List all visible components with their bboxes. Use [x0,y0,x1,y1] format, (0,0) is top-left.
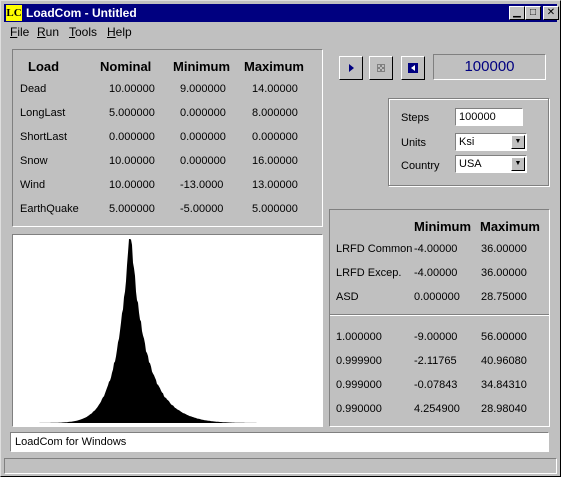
fractile-probability: 0.990000 [336,403,382,415]
load-maximum[interactable]: 0.000000 [252,131,298,143]
load-name: Dead [20,83,47,95]
loads-header-load: Load [28,59,60,74]
minimize-button[interactable]: ▁ [509,6,525,20]
histogram-plot [12,234,323,427]
app-icon[interactable]: LC [6,5,22,21]
menu-run[interactable]: Run [37,25,59,39]
load-nominal[interactable]: 5.000000 [109,107,155,119]
result-min: 0.000000 [414,291,460,303]
load-maximum[interactable]: 8.000000 [252,107,298,119]
load-maximum[interactable]: 13.00000 [252,179,298,191]
loads-header-minimum: Minimum [173,59,231,74]
fractile-min: -0.07843 [414,379,458,391]
load-nominal[interactable]: 5.000000 [109,203,155,215]
main-window: LC LoadCom - Untitled ▁ □ ✕ File Run Too… [0,0,561,477]
histogram-distribution [13,239,322,423]
loads-header-maximum: Maximum [244,59,304,74]
load-nominal[interactable]: 10.00000 [109,155,155,167]
status-bar [4,458,557,474]
result-max: 36.00000 [481,243,527,255]
results-header-minimum: Minimum [414,219,472,234]
result-label: LRFD Excep. [336,267,402,279]
menu-help[interactable]: Help [107,25,132,39]
load-name: Snow [20,155,48,167]
title-bar[interactable]: LC LoadCom - Untitled ▁ □ ✕ [4,4,559,22]
fractile-probability: 0.999000 [336,379,382,391]
run-button[interactable] [339,56,363,80]
result-max: 28.75000 [481,291,527,303]
fractile-probability: 1.000000 [336,331,382,343]
steps-input[interactable]: 100000 [455,108,523,126]
load-name: ShortLast [20,131,68,143]
fractile-max: 40.96080 [481,355,527,367]
chevron-down-icon[interactable]: ▼ [511,135,525,149]
units-select[interactable]: Ksi ▼ [455,133,527,151]
steps-label: Steps [401,112,430,124]
country-label: Country [401,160,440,172]
country-value: USA [459,158,482,170]
fractile-min: -2.11765 [414,355,457,367]
load-minimum[interactable]: -5.00000 [180,203,223,215]
results-header-maximum: Maximum [480,219,540,234]
result-label: ASD [336,291,359,303]
load-nominal[interactable]: 10.00000 [109,83,155,95]
results-divider [330,314,549,316]
units-value: Ksi [459,136,475,148]
load-name: EarthQuake [20,203,79,215]
load-name: LongLast [20,107,66,119]
result-min: -4.00000 [414,243,458,255]
load-minimum[interactable]: 0.000000 [180,131,226,143]
chevron-down-icon[interactable]: ▼ [511,157,525,171]
fractile-min: -9.00000 [414,331,458,343]
country-select[interactable]: USA ▼ [455,155,527,173]
play-icon [349,64,354,72]
menu-tools[interactable]: Tools [69,25,97,39]
load-minimum[interactable]: 0.000000 [180,155,226,167]
close-icon: ✕ [546,7,556,18]
load-maximum[interactable]: 5.000000 [252,203,298,215]
menu-file[interactable]: File [10,25,29,39]
maximize-icon: □ [529,7,537,18]
load-maximum[interactable]: 14.00000 [252,83,298,95]
reset-button[interactable] [401,56,425,80]
fractile-probability: 0.999900 [336,355,382,367]
loads-panel: Load Nominal Minimum Maximum Dead 10.000… [12,49,323,227]
maximize-button[interactable]: □ [525,6,541,20]
result-max: 36.00000 [481,267,527,279]
status-text-field: LoadCom for Windows [10,432,549,452]
histogram-svg [13,239,322,423]
fractile-max: 28.98040 [481,403,527,415]
load-minimum[interactable]: 9.000000 [180,83,226,95]
load-maximum[interactable]: 16.00000 [252,155,298,167]
settings-group: Steps 100000 Units Ksi ▼ Country USA ▼ [388,98,549,186]
minimize-icon: ▁ [513,7,521,18]
fractile-max: 56.00000 [481,331,527,343]
load-name: Wind [20,179,46,191]
load-nominal[interactable]: 0.000000 [109,131,155,143]
close-button[interactable]: ✕ [543,6,559,20]
fractile-min: 4.254900 [414,403,460,415]
loads-header-nominal: Nominal [100,59,152,74]
step-counter: 100000 [433,54,546,80]
window-title: LoadCom - Untitled [26,6,137,20]
load-nominal[interactable]: 10.00000 [109,179,155,191]
units-label: Units [401,137,427,149]
reset-icon [408,63,418,73]
result-min: -4.00000 [414,267,458,279]
fractile-max: 34.84310 [481,379,527,391]
load-minimum[interactable]: -13.0000 [180,179,223,191]
load-minimum[interactable]: 0.000000 [180,107,226,119]
stop-button[interactable] [369,56,393,80]
results-panel: Minimum Maximum LRFD Common -4.00000 36.… [329,209,550,427]
menu-bar: File Run Tools Help [4,23,557,41]
result-label: LRFD Common [336,243,413,255]
stop-icon [377,64,385,72]
